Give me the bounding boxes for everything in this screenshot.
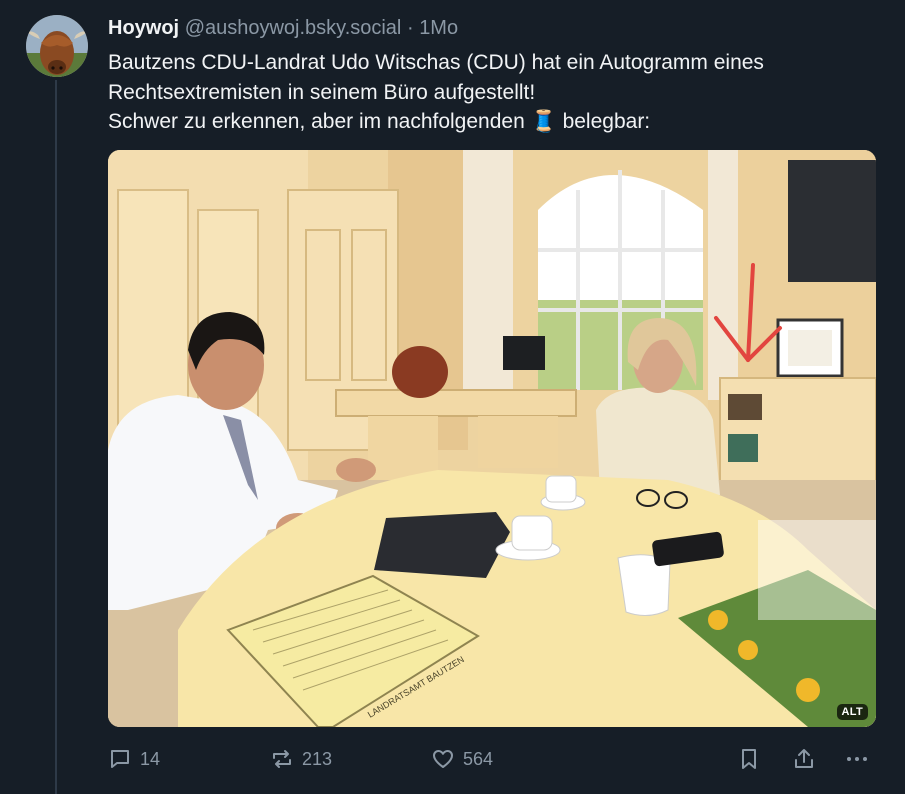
share-icon xyxy=(795,749,813,768)
avatar[interactable] xyxy=(26,15,88,77)
repost-button[interactable]: 213 xyxy=(270,744,332,774)
share-button[interactable] xyxy=(792,744,816,774)
post-actions: 14 213 564 xyxy=(108,744,878,774)
bookmark-icon xyxy=(742,749,756,769)
repost-count: 213 xyxy=(302,748,333,769)
reply-count: 14 xyxy=(140,748,161,769)
highland-cow-avatar-image xyxy=(26,15,88,77)
bookmark-button[interactable] xyxy=(737,744,761,774)
author-name[interactable]: Hoywoj xyxy=(108,17,179,39)
post-header: Hoywoj @aushoywoj.bsky.social · 1Mo xyxy=(108,14,458,42)
alt-badge[interactable]: ALT xyxy=(836,704,868,720)
office-meeting-photo: LANDRATSAMT BAUTZEN xyxy=(108,150,876,727)
post-text-line: Schwer zu erkennen, aber im nachfolgende… xyxy=(108,110,651,133)
post-time[interactable]: 1Mo xyxy=(419,17,458,39)
more-options-button[interactable] xyxy=(845,744,869,774)
like-button[interactable]: 564 xyxy=(431,744,493,774)
thread-line xyxy=(55,80,57,794)
more-dots-icon xyxy=(847,757,867,761)
post-text-line: Bautzens CDU-Landrat Udo Witschas (CDU) … xyxy=(108,51,764,74)
post-image[interactable]: LANDRATSAMT BAUTZEN ALT xyxy=(108,150,876,727)
post-text-line: Rechtsextremisten in seinem Büro aufgest… xyxy=(108,80,536,104)
reply-icon xyxy=(111,750,129,768)
reply-button[interactable]: 14 xyxy=(108,744,160,774)
like-count: 564 xyxy=(463,748,494,769)
post-text: Bautzens CDU-Landrat Udo Witschas (CDU) … xyxy=(108,48,888,137)
author-handle[interactable]: @aushoywoj.bsky.social xyxy=(185,17,402,39)
repost-icon xyxy=(273,750,291,768)
header-separator: · xyxy=(406,17,414,39)
heart-icon xyxy=(433,750,453,768)
